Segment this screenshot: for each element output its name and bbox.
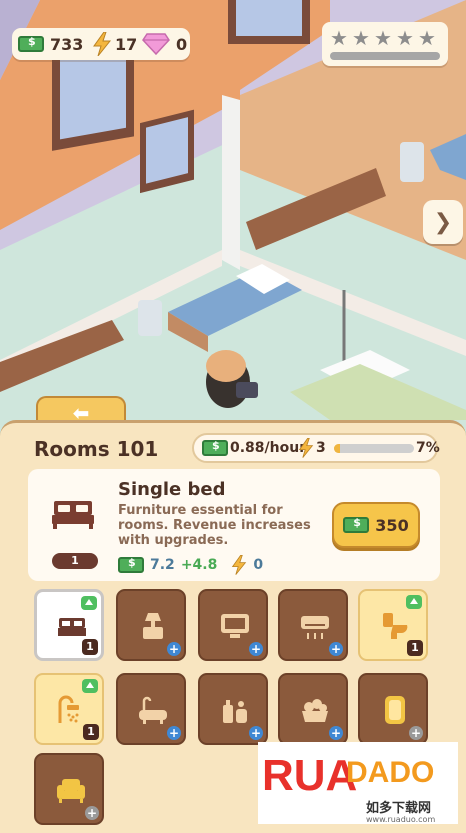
plus-icon: + [167,726,181,740]
plus-icon: + [167,642,181,656]
lightning-icon [232,555,247,575]
item-name: Single bed [118,479,226,500]
buy-price: 350 [375,515,409,535]
star-icon: ★ [418,26,436,50]
plus-icon: + [329,642,343,656]
plus-icon: + [85,806,99,820]
room-income: 0.88/hour [230,440,307,456]
furniture-slot[interactable]: + [358,673,428,745]
item-income-bonus: +4.8 [180,557,218,573]
room-progress-bar [334,444,414,453]
lightning-icon [298,438,314,458]
gem-counter: 0 [142,28,187,60]
furniture-slot[interactable]: 1 [358,589,428,661]
furniture-slot[interactable]: 1 [34,589,104,661]
diamond-icon [142,33,170,55]
item-stats: 7.2 +4.8 0 [118,555,263,575]
lightning-icon [93,32,112,56]
plus-icon: + [249,642,263,656]
next-room-button[interactable]: ❯ [423,200,463,244]
bathtub-icon [139,696,167,724]
buy-button[interactable]: 350 [332,502,420,548]
room-energy: 3 [316,440,326,456]
item-level-badge: 1 [52,553,98,569]
star-rating[interactable]: ★ ★ ★ ★ ★ [322,22,448,66]
room-stats: 0.88/hour 3 7% [192,433,440,463]
star-icon: ★ [352,26,370,50]
room-progress-fill [334,444,340,453]
bed-icon [58,618,86,636]
cash-icon [118,556,144,573]
tv-icon [221,614,249,638]
upgrade-arrow-icon [406,595,422,609]
plus-icon: + [329,726,343,740]
star-icon: ★ [396,26,414,50]
fruit-basket-icon [302,699,328,722]
plus-icon: + [249,726,263,740]
room-title: Rooms 101 [34,437,159,461]
room-progress-pct: 7% [416,440,440,456]
watermark-logo: RUA DADO 如多下载网 www.ruaduo.com [258,742,458,824]
furniture-slot[interactable]: + [198,589,268,661]
bed-icon [52,501,94,529]
star-icon: ★ [330,26,348,50]
currency-bar: 733 17 0 [12,28,190,60]
furniture-slot[interactable]: 1 [34,673,104,745]
toiletries-icon [223,700,247,723]
cash-counter: 733 [18,28,83,60]
shower-icon [58,695,79,723]
item-info-card: 1 Single bed Furniture essential for roo… [28,469,440,581]
energy-value: 17 [115,34,138,54]
furniture-slot[interactable]: + [116,589,186,661]
air-conditioner-icon [301,616,329,639]
chevron-right-icon: ❯ [433,209,453,235]
armchair-icon [57,779,85,803]
item-income: 7.2 [150,557,175,573]
toilet-icon [383,613,408,639]
star-icon: ★ [374,26,392,50]
furniture-slot[interactable]: + [278,673,348,745]
svg-text:如多下载网: 如多下载网 [366,800,431,816]
energy-counter: 17 [92,28,137,60]
svg-text:RUA: RUA [262,751,357,800]
slot-level-badge: 1 [83,724,99,740]
star-progress-bar [330,52,440,60]
furniture-slot[interactable]: + [116,673,186,745]
upgrade-arrow-icon [81,596,97,610]
svg-text:DADO: DADO [346,756,434,789]
furniture-slot[interactable]: + [278,589,348,661]
plus-icon: + [409,726,423,740]
nightstand-lamp-icon [143,613,163,639]
furniture-slot[interactable]: + [198,673,268,745]
gem-value: 0 [176,34,188,54]
cash-icon [343,516,370,533]
item-energy: 0 [253,557,264,573]
watermark-art: RUA DADO 如多下载网 www.ruaduo.com [258,742,458,824]
upgrade-arrow-icon [82,679,98,693]
furniture-slot[interactable]: + [34,753,104,825]
cash-value: 733 [50,34,84,54]
game-scene[interactable]: 733 17 0 ★ ★ ★ ★ ★ ❯ [0,0,466,420]
cash-icon [18,35,44,52]
svg-text:www.ruaduo.com: www.ruaduo.com [366,815,435,824]
mirror-icon [385,696,405,724]
cash-icon [202,439,228,456]
slot-level-badge: 1 [82,639,98,655]
item-description: Furniture essential for rooms. Revenue i… [118,503,311,548]
slot-level-badge: 1 [407,640,423,656]
